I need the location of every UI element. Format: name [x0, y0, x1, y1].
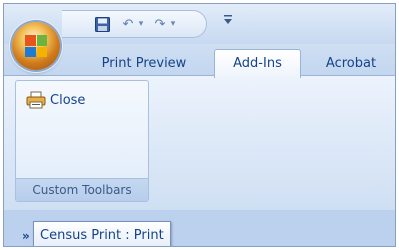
close-button-label: Close: [50, 92, 86, 108]
ribbon-panel: Close Custom Toolbars: [4, 75, 395, 210]
close-button[interactable]: Close: [26, 89, 85, 111]
application-window: ↶ ▾ ↷ ▾ Print Preview Add-Ins Acrobat Cl…: [3, 3, 396, 247]
tab-add-ins[interactable]: Add-Ins: [214, 49, 301, 78]
toolbar-tooltip: Census Print : Print: [33, 221, 171, 246]
group-label: Custom Toolbars: [16, 178, 148, 201]
tab-print-preview[interactable]: Print Preview: [84, 52, 204, 76]
title-bar: ↶ ▾ ↷ ▾: [4, 4, 395, 44]
undo-dropdown-icon[interactable]: ▾: [137, 15, 145, 33]
office-button[interactable]: [12, 22, 60, 70]
customize-toolbar-icon[interactable]: [221, 14, 235, 32]
save-icon[interactable]: [94, 15, 110, 33]
office-logo-icon: [25, 35, 47, 57]
document-area: » Census Print : Print: [4, 210, 395, 246]
chevron-expand-icon[interactable]: »: [22, 229, 30, 243]
printer-icon: [26, 91, 46, 109]
tab-acrobat[interactable]: Acrobat: [311, 52, 391, 76]
redo-dropdown-icon[interactable]: ▾: [169, 15, 177, 33]
redo-icon[interactable]: ↷: [152, 15, 168, 33]
undo-icon[interactable]: ↶: [120, 15, 136, 33]
custom-toolbars-group: Close Custom Toolbars: [15, 80, 149, 202]
quick-access-toolbar: ↶ ▾ ↷ ▾: [62, 10, 207, 38]
ribbon-tabs: Print Preview Add-Ins Acrobat: [4, 44, 395, 78]
